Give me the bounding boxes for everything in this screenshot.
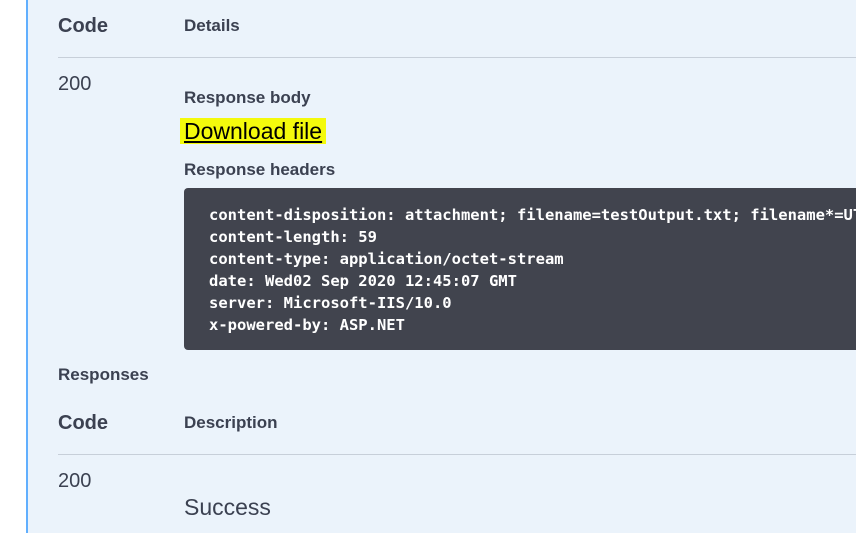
- details-column-heading: Details: [184, 16, 240, 35]
- response-body: Download file: [180, 116, 327, 146]
- responses-status-code: 200: [58, 470, 92, 492]
- responses-code-heading: Code: [58, 412, 108, 434]
- responses-section-title: Responses: [58, 365, 149, 384]
- response-body-heading: Response body: [184, 88, 311, 107]
- response-headers-block[interactable]: content-disposition: attachment; filenam…: [184, 188, 856, 350]
- download-file-link[interactable]: Download file: [180, 118, 327, 144]
- responses-description-heading: Description: [184, 413, 278, 432]
- header-line: content-disposition: attachment; filenam…: [209, 206, 856, 224]
- responses-header-divider: [58, 454, 856, 455]
- response-headers-heading: Response headers: [184, 160, 336, 179]
- response-status-code: 200: [58, 73, 92, 95]
- header-line: content-type: application/octet-stream: [209, 250, 564, 268]
- header-line: content-length: 59: [209, 228, 377, 246]
- live-response-panel: Code Details 200 Response body Download …: [26, 0, 856, 533]
- responses-description: Success: [184, 494, 271, 520]
- header-line: date: Wed02 Sep 2020 12:45:07 GMT: [209, 272, 517, 290]
- header-line: x-powered-by: ASP.NET: [209, 316, 405, 334]
- code-column-heading: Code: [58, 15, 108, 37]
- response-headers-text: content-disposition: attachment; filenam…: [184, 188, 856, 336]
- header-line: server: Microsoft-IIS/10.0: [209, 294, 452, 312]
- table-header-divider: [58, 57, 856, 58]
